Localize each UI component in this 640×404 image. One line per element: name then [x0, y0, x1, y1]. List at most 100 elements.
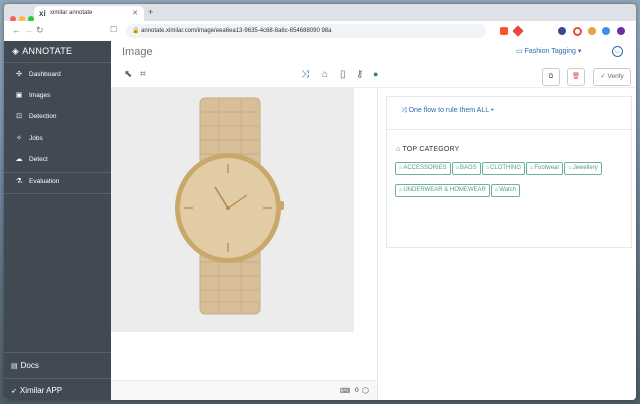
delete-button[interactable]: 🗑 — [567, 68, 585, 86]
detection-icon: ⊡ — [16, 113, 22, 120]
tag-chip[interactable]: ⌂Jewellery — [564, 162, 602, 175]
browser-window: xi ximilar annotate ✕ + ← → ↻ ☐ 🔒 annota… — [4, 4, 636, 400]
tag-label: CLOTHING — [490, 165, 522, 171]
tag-icon: ⌂ — [568, 165, 572, 171]
bookmark-icon[interactable]: ☐ — [110, 25, 117, 34]
browser-tab[interactable]: xi ximilar annotate ✕ — [34, 6, 144, 21]
address-bar: ← → ↻ ☐ 🔒 annotate.ximilar.com/image/eea… — [4, 21, 636, 42]
lock-icon: 🔒 — [132, 28, 140, 34]
extension-icon[interactable] — [558, 27, 566, 35]
caret-down-icon: ▾ — [577, 48, 582, 55]
workspace-selector[interactable]: ▭ Fashion Tagging ▾ — [516, 47, 581, 55]
app-brand[interactable]: ◈ ANNOTATE — [12, 46, 72, 57]
tag-chip[interactable]: ⌂Footwear — [526, 162, 564, 175]
extension-icon[interactable] — [588, 27, 596, 35]
tag-icon: ⌂ — [530, 165, 534, 171]
tag-list: ⌂ACCESSORIES ⌂BAGS ⌂CLOTHING ⌂Footwear ⌂Jewe… — [395, 156, 627, 200]
trash-icon: 🗑 — [571, 73, 581, 80]
url-text: annotate.ximilar.com/image/eea6ea13-9635… — [141, 28, 332, 34]
close-tab-icon[interactable]: ✕ — [132, 9, 138, 17]
tag-icon: ⌂ — [455, 165, 460, 171]
tag-chip[interactable]: ⌂ACCESSORIES — [395, 162, 451, 175]
book-icon: ▤ — [11, 363, 18, 370]
tag-chip[interactable]: ⌂Watch — [490, 184, 520, 197]
sidebar-item-jobs[interactable]: ✧ Jobs — [4, 128, 111, 149]
docs-link[interactable]: ▤ Docs — [11, 361, 39, 370]
tag-icon[interactable]: ⌂ — [322, 69, 328, 80]
sidebar-item-images[interactable]: ▣ Images — [4, 85, 111, 106]
copy-button[interactable]: ⧉ — [542, 68, 560, 86]
tag-chip[interactable]: ⌂BAGS — [451, 162, 481, 175]
main-content: Image ▭ Fashion Tagging ▾ ◡ ⬉ ⌗ ⤨ ⌂ ▯ ⚷ ●… — [111, 41, 636, 400]
tag-label: BAGS — [460, 165, 477, 171]
rocket-icon: ➶ — [11, 388, 17, 395]
images-icon: ▣ — [15, 92, 23, 99]
tag-icon: ⌂ — [485, 165, 490, 171]
shuffle-icon: ⤨ — [401, 107, 407, 114]
verify-button[interactable]: ✓ Verify — [593, 68, 631, 86]
category-title: TOP CATEGORY — [402, 146, 460, 153]
extension-icon[interactable] — [573, 27, 582, 36]
shuffle-icon[interactable]: ⤨ — [301, 69, 309, 80]
profile-icon[interactable] — [617, 27, 625, 35]
divider — [4, 193, 111, 194]
annotation-panel: ⤨ One flow to rule them ALL ▾ ⌂ TOP CATEG… — [386, 96, 632, 248]
tab-title: ximilar annotate — [50, 10, 93, 16]
tag-chip[interactable]: ⌂UNDERWEAR & HOMEWEAR — [395, 184, 490, 197]
sidebar-item-dashboard[interactable]: ✣ Dashboard — [4, 64, 111, 85]
forward-arrow-icon[interactable]: → — [24, 25, 33, 35]
caret-down-icon: ▾ — [490, 107, 494, 114]
verify-label: Verify — [607, 73, 624, 80]
sidebar-item-evaluation[interactable]: ⚗ Evaluation — [4, 171, 111, 192]
dashboard-icon: ✣ — [16, 71, 22, 78]
detect-icon: ☁ — [15, 156, 23, 163]
divider — [387, 129, 631, 130]
sidebar-item-label: Dashboard — [29, 71, 61, 78]
watch-image — [175, 97, 284, 315]
cursor-tool-icon[interactable]: ⬉ — [124, 69, 132, 80]
page-title: Image — [122, 46, 153, 58]
annotation-toolbar: ⬉ ⌗ ⤨ ⌂ ▯ ⚷ ● ⧉ 🗑 ✓ Verify — [111, 65, 636, 88]
extension-icon[interactable] — [602, 27, 610, 35]
rewards-icon[interactable] — [512, 25, 524, 37]
tag-icon: ⌂ — [399, 165, 403, 171]
flow-label: One flow to rule them ALL — [408, 107, 489, 114]
tags-icon: ⌂ — [396, 146, 401, 153]
object-count: 0 — [355, 387, 359, 394]
crop-tool-icon[interactable]: ⌗ — [140, 69, 146, 80]
divider — [4, 378, 111, 379]
reload-icon[interactable]: ↻ — [36, 25, 44, 36]
sidebar-item-detect[interactable]: ☁ Detect — [4, 149, 111, 170]
sidebar-item-label: Detection — [29, 113, 57, 120]
back-arrow-icon[interactable]: ← — [12, 25, 21, 35]
url-field[interactable]: 🔒 annotate.ximilar.com/image/eea6ea13-96… — [126, 24, 486, 38]
divider — [4, 62, 111, 63]
brand-label: ANNOTATE — [22, 46, 73, 56]
tag-label: UNDERWEAR & HOMEWEAR — [403, 187, 486, 193]
browser-tab-bar: xi ximilar annotate ✕ + — [4, 4, 636, 22]
brave-shield-icon[interactable] — [500, 27, 508, 35]
key-tag-icon[interactable]: ⚷ — [356, 69, 363, 80]
tag-label: ACCESSORIES — [403, 165, 447, 171]
tag-label: Watch — [499, 187, 516, 193]
tag-label: Footwear — [534, 165, 560, 171]
check-icon: ✓ — [600, 73, 606, 80]
status-badge-icon[interactable]: ● — [373, 69, 378, 79]
tag-icon: ⌂ — [399, 187, 403, 193]
monitor-icon: ▭ — [516, 48, 523, 55]
cube-icon[interactable]: ⬡ — [362, 386, 369, 395]
category-heading: ⌂ TOP CATEGORY — [396, 146, 460, 153]
sidebar-item-label: Images — [29, 92, 51, 99]
tag-icon: ⌂ — [494, 187, 499, 193]
document-icon[interactable]: ▯ — [340, 69, 346, 80]
keyboard-icon[interactable]: ⌨ — [340, 387, 350, 395]
tag-chip[interactable]: ⌂CLOTHING — [481, 162, 526, 175]
user-icon[interactable]: ◡ — [612, 46, 623, 57]
sidebar: ◈ ANNOTATE ✣ Dashboard ▣ Images ⊡ Detecti… — [4, 41, 111, 400]
sidebar-item-label: Detect — [29, 156, 48, 163]
ximilar-app-link[interactable]: ➶ Ximilar APP — [11, 386, 62, 395]
new-tab-icon[interactable]: + — [148, 7, 153, 17]
image-canvas[interactable] — [111, 88, 354, 332]
sidebar-item-detection[interactable]: ⊡ Detection — [4, 106, 111, 127]
flow-selector[interactable]: ⤨ One flow to rule them ALL ▾ — [401, 107, 494, 115]
